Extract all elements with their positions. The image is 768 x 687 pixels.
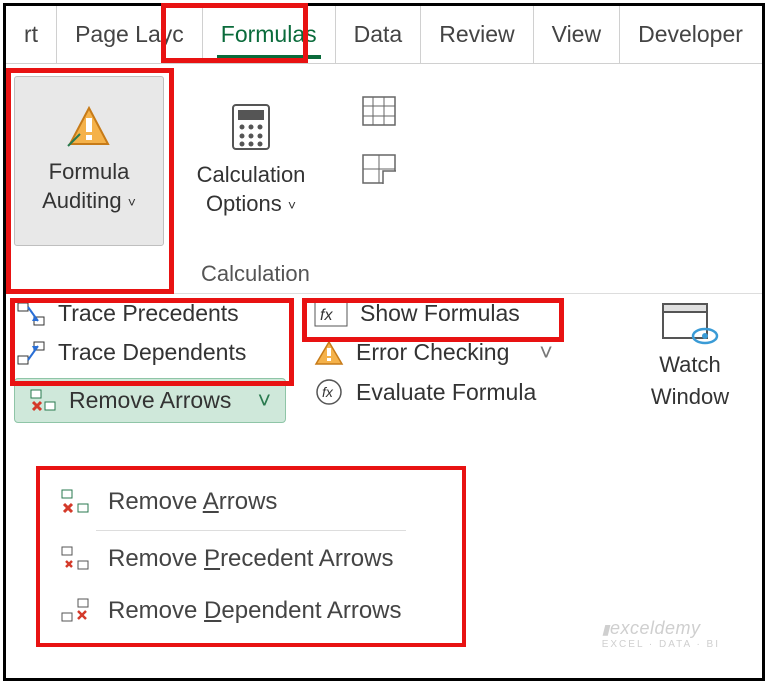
remove-arrows-split-button[interactable]: Remove Arrows ˅: [14, 378, 286, 423]
remove-arrows-icon: [29, 388, 57, 414]
tab-developer[interactable]: Developer: [619, 6, 761, 63]
trace-precedents-icon: [16, 301, 46, 327]
tab-insert-partial[interactable]: rt: [6, 6, 56, 63]
calc-sheet-icon[interactable]: [362, 154, 396, 184]
formula-auditing-label-1: Formula: [49, 158, 130, 187]
tab-view[interactable]: View: [533, 6, 619, 63]
show-formulas-button[interactable]: fx Show Formulas: [304, 294, 594, 333]
calculation-group-label: Calculation: [201, 261, 310, 287]
error-checking-icon: [314, 340, 344, 366]
menu-remove-arrows-label: Remove Arrows: [108, 488, 277, 516]
remove-arrows-label: Remove Arrows: [69, 387, 231, 414]
remove-dependent-icon: [60, 597, 90, 625]
watch-window-label-2: Window: [651, 384, 729, 410]
svg-text:fx: fx: [320, 307, 333, 324]
remove-arrows-menu: Remove Arrows Remove Precedent Arrows Re…: [36, 466, 466, 647]
watch-window-icon: [661, 302, 719, 346]
trace-precedents-label: Trace Precedents: [58, 300, 239, 327]
tab-data[interactable]: Data: [335, 6, 421, 63]
calculator-icon: [231, 103, 271, 151]
menu-remove-precedent-label: Remove Precedent Arrows: [108, 545, 393, 573]
watermark: ▮exceldemy EXCEL · DATA · BI: [602, 618, 720, 650]
auditing-commands: Trace Precedents Trace Dependents Remove…: [6, 294, 762, 464]
menu-remove-dependent-arrows[interactable]: Remove Dependent Arrows: [40, 585, 462, 637]
menu-remove-dependent-label: Remove Dependent Arrows: [108, 597, 402, 625]
error-checking-chevron-icon[interactable]: ˅: [539, 339, 552, 366]
evaluate-formula-icon: fx: [314, 378, 344, 406]
show-formulas-icon: fx: [314, 301, 348, 327]
calculation-options-label-2: Options ˅: [206, 190, 296, 219]
remove-arrows-chevron-icon: ˅: [258, 387, 271, 414]
watch-window-label-1: Watch: [659, 352, 721, 378]
error-checking-button[interactable]: Error Checking ˅: [304, 333, 594, 372]
tab-formulas[interactable]: Formulas: [202, 6, 335, 63]
ribbon-tabs: rt Page Layc Formulas Data Review View D…: [6, 6, 762, 64]
formula-auditing-button[interactable]: Formula Auditing ˅: [14, 76, 164, 246]
calc-now-icon[interactable]: [362, 96, 396, 126]
error-checking-label: Error Checking: [356, 339, 509, 366]
trace-precedents-button[interactable]: Trace Precedents: [6, 294, 296, 333]
show-formulas-label: Show Formulas: [360, 300, 520, 327]
remove-precedent-icon: [60, 545, 90, 573]
evaluate-formula-button[interactable]: fx Evaluate Formula: [304, 372, 594, 412]
remove-arrows-menu-icon: [60, 488, 90, 516]
tab-page-layout[interactable]: Page Layc: [56, 6, 202, 63]
evaluate-formula-label: Evaluate Formula: [356, 379, 536, 406]
ribbon-panel: Formula Auditing ˅ Calculation Options ˅: [6, 64, 762, 294]
calculation-options-label-1: Calculation: [197, 161, 306, 190]
trace-dependents-label: Trace Dependents: [58, 339, 246, 366]
calc-extra-icons: [362, 96, 396, 184]
menu-remove-precedent-arrows[interactable]: Remove Precedent Arrows: [40, 533, 462, 585]
formula-auditing-icon: [66, 106, 112, 148]
svg-text:fx: fx: [322, 384, 334, 400]
tab-review[interactable]: Review: [420, 6, 532, 63]
watch-window-button[interactable]: Watch Window: [620, 294, 760, 410]
trace-dependents-button[interactable]: Trace Dependents: [6, 333, 296, 372]
calculation-options-button[interactable]: Calculation Options ˅: [176, 76, 326, 246]
trace-dependents-icon: [16, 340, 46, 366]
menu-remove-arrows[interactable]: Remove Arrows: [40, 476, 462, 528]
menu-separator: [96, 530, 406, 531]
formula-auditing-label-2: Auditing ˅: [42, 187, 136, 216]
